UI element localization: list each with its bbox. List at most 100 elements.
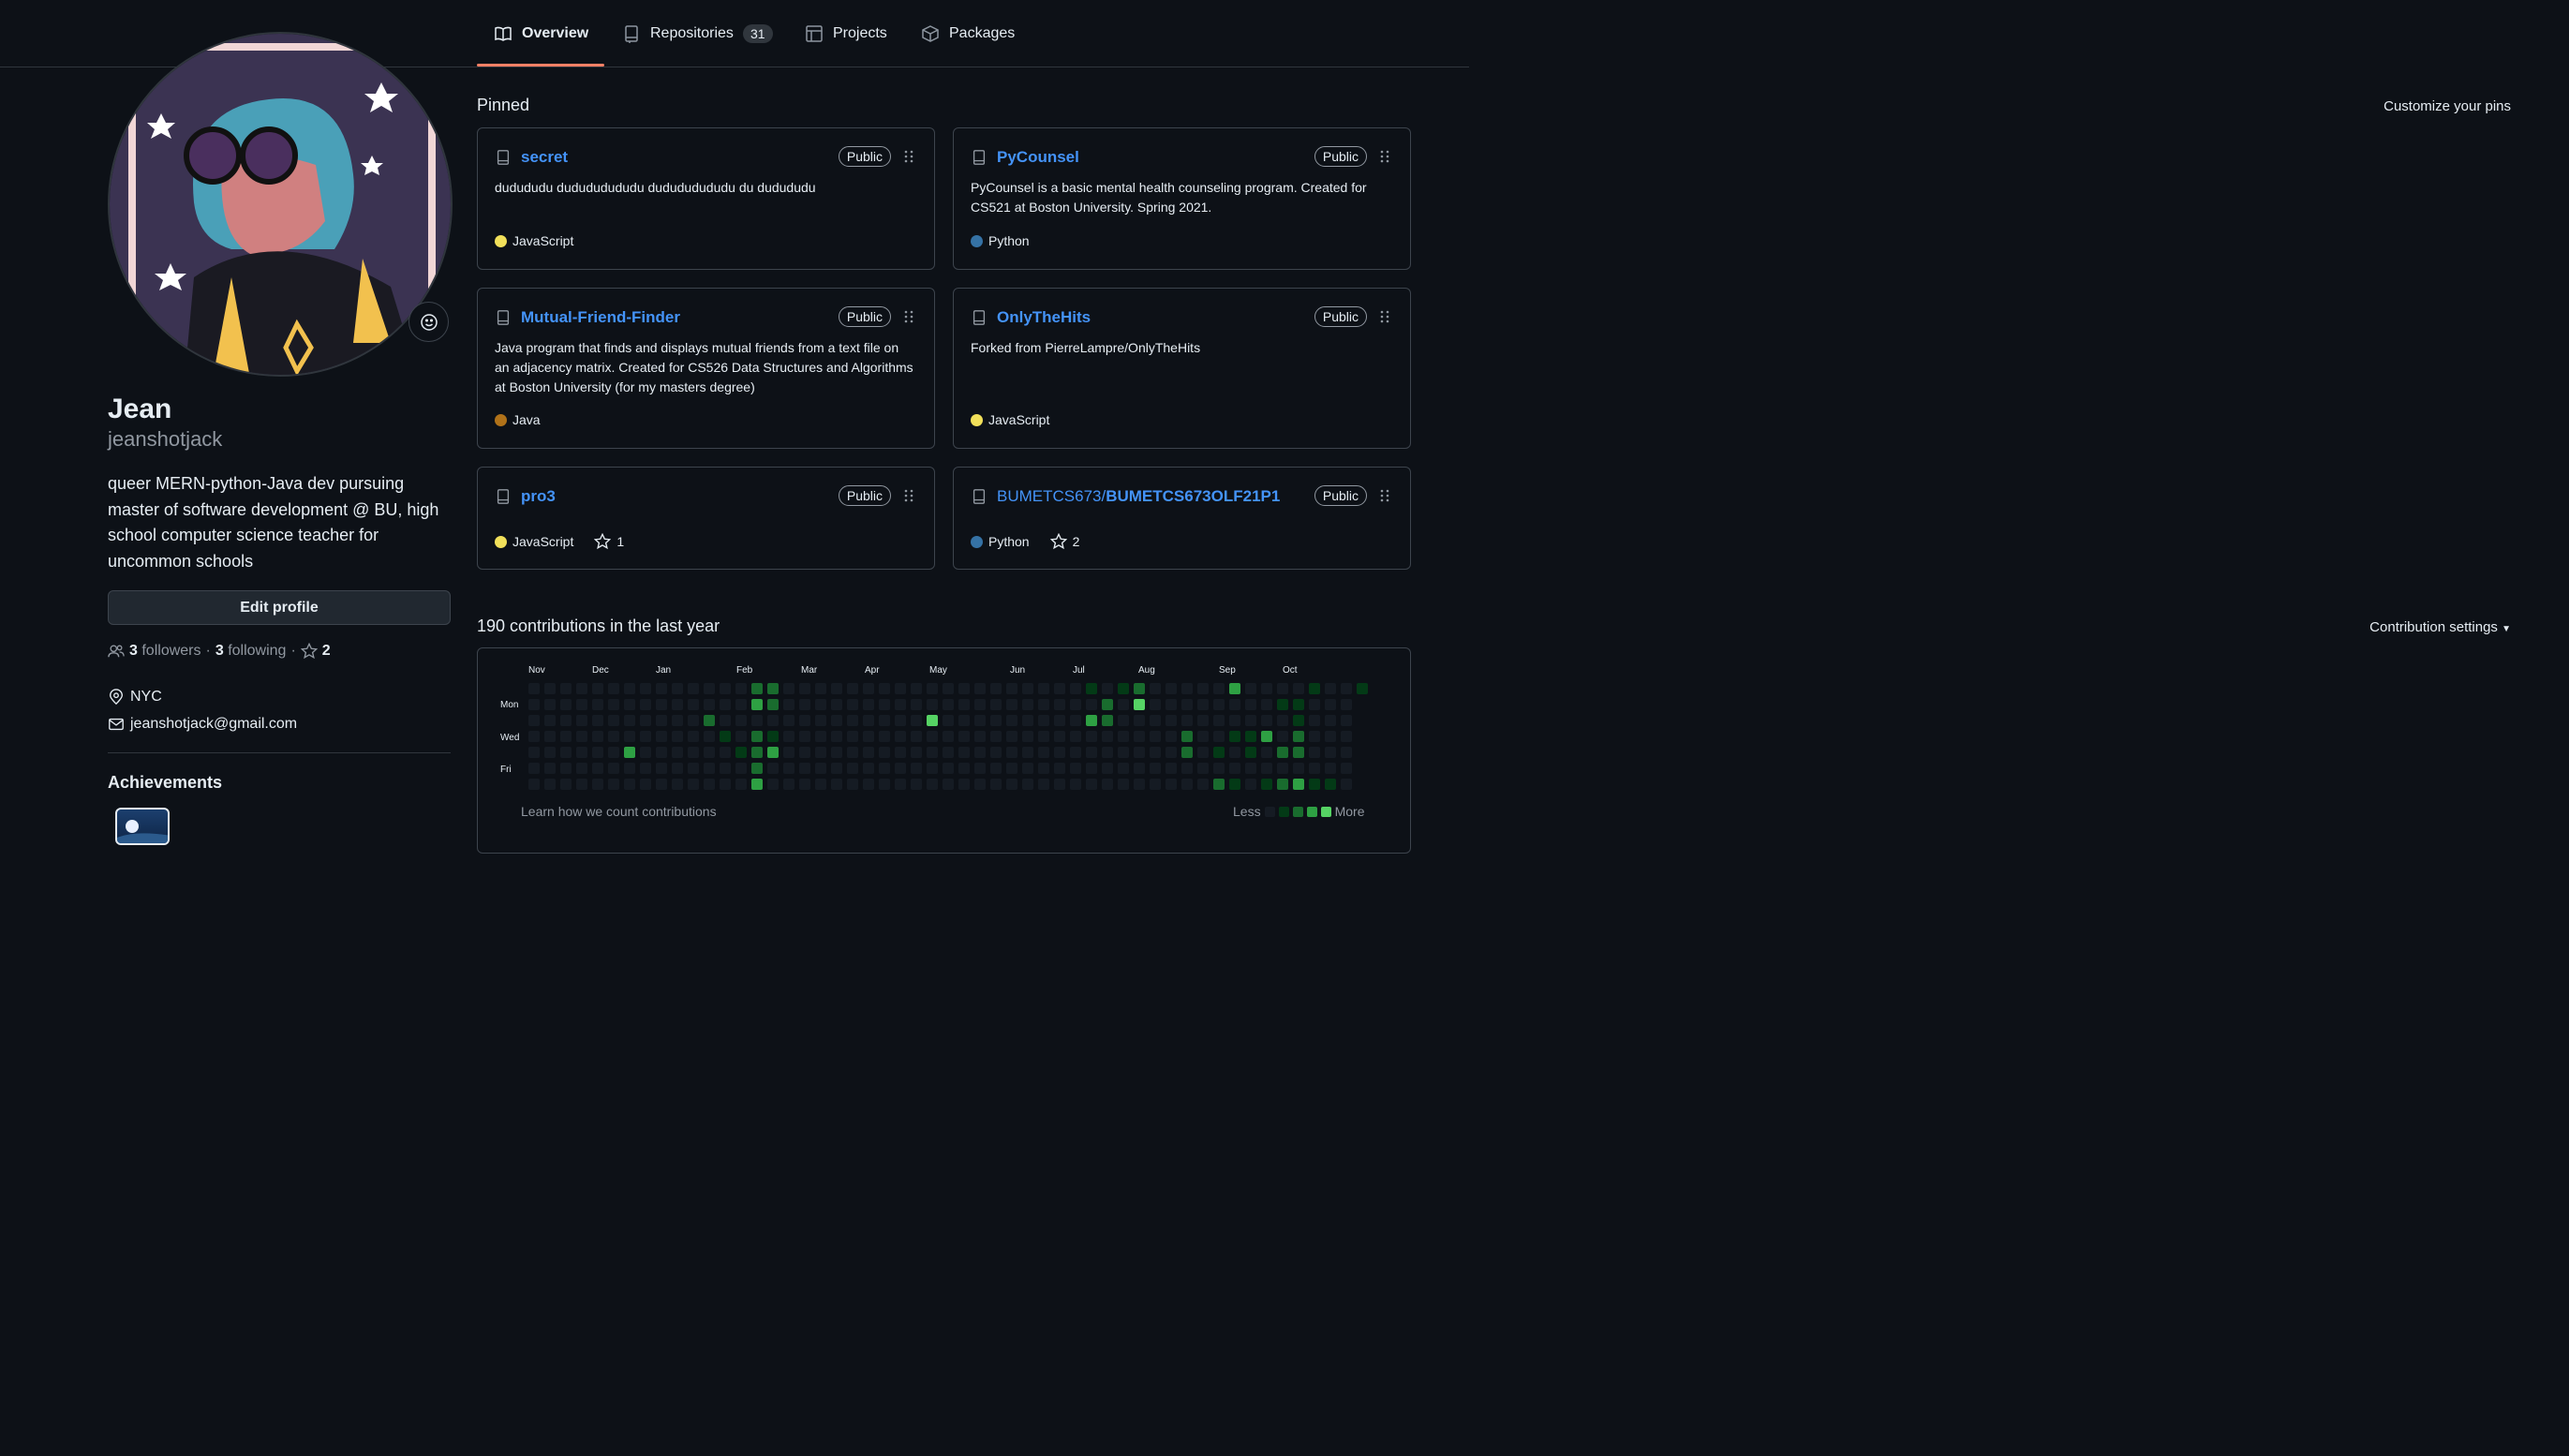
contribution-day[interactable]: [656, 683, 667, 694]
contribution-day[interactable]: [688, 683, 699, 694]
contribution-day[interactable]: [1086, 747, 1097, 758]
contribution-day[interactable]: [879, 683, 890, 694]
contribution-day[interactable]: [1022, 715, 1033, 726]
contribution-day[interactable]: [1038, 779, 1049, 790]
contribution-day[interactable]: [1054, 715, 1065, 726]
contribution-day[interactable]: [608, 683, 619, 694]
contribution-day[interactable]: [1070, 731, 1081, 742]
contribution-day[interactable]: [1261, 731, 1272, 742]
contribution-day[interactable]: [560, 683, 572, 694]
contribution-day[interactable]: [1245, 779, 1256, 790]
contribution-day[interactable]: [528, 699, 540, 710]
contribution-day[interactable]: [1261, 779, 1272, 790]
contribution-day[interactable]: [1022, 763, 1033, 774]
contribution-day[interactable]: [608, 715, 619, 726]
contribution-day[interactable]: [624, 731, 635, 742]
contribution-day[interactable]: [815, 699, 826, 710]
contribution-day[interactable]: [1006, 763, 1017, 774]
contribution-day[interactable]: [704, 683, 715, 694]
contribution-day[interactable]: [751, 683, 763, 694]
contribution-day[interactable]: [799, 747, 810, 758]
contribution-day[interactable]: [943, 763, 954, 774]
contribution-day[interactable]: [735, 683, 747, 694]
contribution-day[interactable]: [1325, 779, 1336, 790]
contribution-day[interactable]: [974, 731, 986, 742]
contribution-day[interactable]: [735, 715, 747, 726]
contribution-day[interactable]: [720, 715, 731, 726]
contribution-day[interactable]: [544, 747, 556, 758]
contribution-day[interactable]: [847, 731, 858, 742]
contribution-day[interactable]: [576, 683, 587, 694]
contribution-day[interactable]: [1022, 779, 1033, 790]
contribution-day[interactable]: [863, 699, 874, 710]
contribution-day[interactable]: [592, 715, 603, 726]
contribution-day[interactable]: [911, 731, 922, 742]
contribution-day[interactable]: [879, 763, 890, 774]
contribution-day[interactable]: [879, 699, 890, 710]
repo-name-link[interactable]: PyCounsel: [997, 148, 1079, 167]
contribution-day[interactable]: [927, 731, 938, 742]
contribution-day[interactable]: [1325, 699, 1336, 710]
contribution-day[interactable]: [1261, 699, 1272, 710]
contribution-day[interactable]: [528, 779, 540, 790]
contribution-day[interactable]: [1277, 699, 1288, 710]
drag-handle-icon[interactable]: [1380, 489, 1389, 502]
contribution-day[interactable]: [735, 731, 747, 742]
contribution-day[interactable]: [1293, 763, 1304, 774]
contribution-day[interactable]: [1102, 683, 1113, 694]
contribution-day[interactable]: [990, 747, 1002, 758]
contribution-day[interactable]: [688, 779, 699, 790]
repo-stars[interactable]: 1: [616, 534, 624, 549]
contribution-day[interactable]: [1070, 763, 1081, 774]
contribution-settings-dropdown[interactable]: Contribution settings ▼: [2369, 619, 2511, 635]
contribution-day[interactable]: [1261, 747, 1272, 758]
contribution-day[interactable]: [1166, 779, 1177, 790]
contribution-day[interactable]: [1134, 715, 1145, 726]
contribution-day[interactable]: [1118, 715, 1129, 726]
contribution-day[interactable]: [927, 715, 938, 726]
contribution-day[interactable]: [688, 699, 699, 710]
contribution-day[interactable]: [1229, 683, 1240, 694]
contribution-day[interactable]: [1213, 779, 1225, 790]
contribution-day[interactable]: [783, 731, 794, 742]
contribution-day[interactable]: [656, 731, 667, 742]
contribution-day[interactable]: [1229, 747, 1240, 758]
contribution-day[interactable]: [1245, 763, 1256, 774]
contribution-day[interactable]: [640, 683, 651, 694]
contribution-day[interactable]: [879, 747, 890, 758]
contribution-day[interactable]: [560, 779, 572, 790]
contribution-day[interactable]: [544, 731, 556, 742]
contribution-day[interactable]: [895, 747, 906, 758]
contribution-day[interactable]: [544, 779, 556, 790]
contribution-day[interactable]: [688, 715, 699, 726]
star-icon[interactable]: [594, 533, 612, 550]
contribution-day[interactable]: [1325, 731, 1336, 742]
contribution-day[interactable]: [1102, 715, 1113, 726]
contribution-day[interactable]: [974, 715, 986, 726]
contribution-day[interactable]: [672, 747, 683, 758]
contribution-day[interactable]: [895, 683, 906, 694]
contribution-day[interactable]: [1118, 763, 1129, 774]
contribution-day[interactable]: [656, 699, 667, 710]
contribution-day[interactable]: [544, 699, 556, 710]
contribution-day[interactable]: [528, 683, 540, 694]
contribution-day[interactable]: [799, 731, 810, 742]
contribution-day[interactable]: [1181, 763, 1193, 774]
contribution-day[interactable]: [958, 683, 970, 694]
contribution-day[interactable]: [592, 683, 603, 694]
contribution-day[interactable]: [911, 763, 922, 774]
drag-handle-icon[interactable]: [1380, 310, 1389, 323]
contribution-day[interactable]: [815, 715, 826, 726]
contribution-day[interactable]: [974, 683, 986, 694]
repo-name-link[interactable]: secret: [521, 148, 568, 167]
contribution-day[interactable]: [704, 779, 715, 790]
contribution-day[interactable]: [560, 763, 572, 774]
contribution-day[interactable]: [863, 763, 874, 774]
contribution-day[interactable]: [990, 715, 1002, 726]
contribution-day[interactable]: [544, 715, 556, 726]
contribution-day[interactable]: [672, 731, 683, 742]
customize-pins-link[interactable]: Customize your pins: [2383, 98, 2511, 114]
contribution-day[interactable]: [831, 747, 842, 758]
contribution-day[interactable]: [720, 779, 731, 790]
contribution-day[interactable]: [943, 731, 954, 742]
